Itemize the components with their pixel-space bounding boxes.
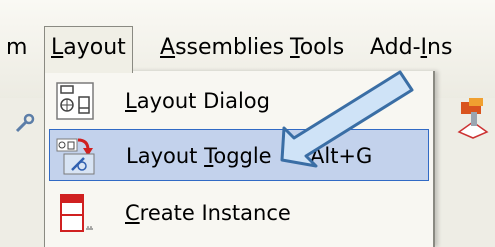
toolbar-assembly-icon[interactable] (455, 96, 491, 140)
layout-dialog-label-mnemonic: L (125, 89, 137, 113)
layout-toggle-shortcut: Alt+G (310, 144, 373, 168)
assembly-icon (457, 98, 489, 139)
menu-tools-mnemonic: T (290, 35, 300, 60)
layout-toggle-icon (56, 136, 96, 176)
layout-toggle-label-mnemonic: T (204, 144, 214, 168)
menu-layout-mnemonic: L (51, 35, 64, 60)
menu-add-ins-label: ns (427, 35, 453, 60)
menu-item-layout-dialog[interactable]: Layout Dialog (49, 75, 429, 127)
layout-dialog-icon (55, 81, 95, 121)
menu-add-ins-prefix: Add- (370, 35, 421, 60)
create-instance-label-mnemonic: C (125, 201, 140, 225)
layout-toggle-label-post: oggle (213, 144, 272, 168)
layout-dropdown-menu: Layout Dialog Layout Toggle Alt+G Create… (44, 71, 435, 247)
create-instance-icon (55, 193, 95, 233)
menu-assemblies-label: ssemblies (175, 35, 285, 60)
menu-add-ins[interactable]: Add-Ins (370, 28, 452, 68)
menu-tools-label: ools (299, 35, 345, 60)
wrench-icon (15, 113, 35, 133)
menu-tools[interactable]: Tools (290, 28, 344, 68)
menu-item-partial[interactable]: m (6, 28, 27, 68)
layout-dialog-label-post: ayout Dialog (136, 89, 270, 113)
menu-item-layout-toggle[interactable]: Layout Toggle Alt+G (49, 129, 429, 181)
create-instance-label: Create Instance (125, 187, 291, 239)
menu-assemblies[interactable]: Assemblies (160, 28, 284, 68)
create-instance-label-post: reate Instance (139, 201, 291, 225)
menu-assemblies-mnemonic: A (160, 35, 176, 60)
layout-toggle-label: Layout Toggle (126, 130, 272, 182)
menu-layout[interactable]: Layout (44, 26, 133, 73)
menu-layout-label: ayout (63, 35, 126, 60)
toolbar-tool-icon[interactable] (14, 112, 36, 140)
layout-dialog-label: Layout Dialog (125, 75, 270, 127)
layout-toggle-label-pre: Layout (126, 144, 205, 168)
menu-item-partial-label: m (6, 35, 28, 60)
menu-item-create-instance[interactable]: Create Instance (49, 187, 429, 239)
